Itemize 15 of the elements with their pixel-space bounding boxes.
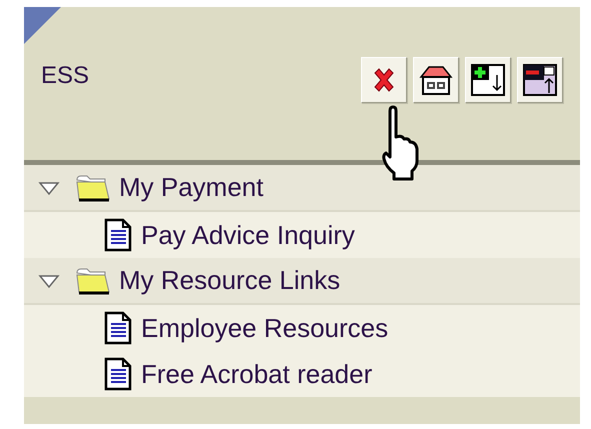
remove-above-button[interactable] — [517, 57, 563, 103]
remove-above-icon — [522, 63, 558, 97]
home-button[interactable] — [413, 57, 459, 103]
document-icon — [104, 357, 132, 391]
add-below-icon — [470, 63, 506, 97]
document-icon — [104, 218, 132, 252]
corner-tab — [24, 7, 61, 44]
collapse-triangle-icon[interactable] — [37, 180, 61, 196]
close-button[interactable] — [361, 57, 407, 103]
add-below-button[interactable] — [465, 57, 511, 103]
house-icon — [419, 64, 453, 96]
collapse-triangle-icon[interactable] — [37, 272, 61, 288]
folder-label[interactable]: My Payment — [119, 172, 264, 203]
panel-title: ESS — [41, 62, 90, 90]
document-icon — [104, 311, 132, 345]
